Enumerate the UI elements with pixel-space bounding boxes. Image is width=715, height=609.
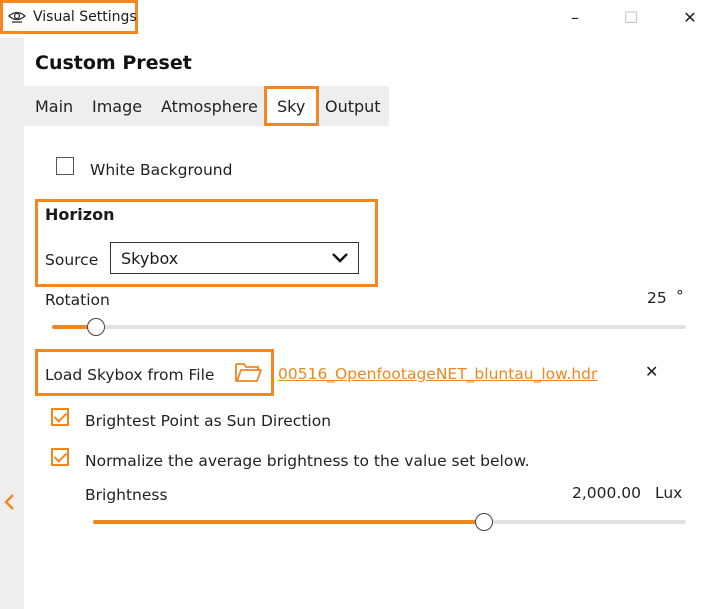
brightness-unit: Lux — [655, 484, 683, 502]
tab-image[interactable]: Image — [92, 97, 142, 116]
brightest-point-checkbox[interactable] — [51, 408, 69, 426]
rotation-slider-thumb[interactable] — [87, 318, 106, 336]
tab-atmosphere[interactable]: Atmosphere — [161, 97, 258, 116]
tab-output[interactable]: Output — [325, 97, 381, 116]
brightest-point-label: Brightest Point as Sun Direction — [85, 412, 332, 430]
side-panel-strip[interactable] — [0, 38, 24, 609]
rotation-value[interactable]: 25 — [647, 289, 667, 307]
chevron-left-icon[interactable] — [3, 492, 17, 516]
folder-open-icon[interactable] — [234, 360, 262, 388]
brightness-label: Brightness — [85, 486, 168, 504]
rotation-slider-track[interactable] — [52, 325, 686, 329]
minimize-button[interactable]: – — [561, 6, 589, 30]
source-select-value: Skybox — [121, 249, 179, 268]
normalize-label: Normalize the average brightness to the … — [85, 452, 530, 470]
rotation-label: Rotation — [45, 291, 110, 309]
brightness-slider-fill — [93, 520, 485, 524]
normalize-checkbox[interactable] — [51, 448, 69, 466]
window-title: Visual Settings — [33, 9, 137, 25]
close-button[interactable]: ✕ — [676, 6, 704, 30]
brightness-slider-thumb[interactable] — [475, 513, 494, 531]
brightness-value[interactable]: 2,000.00 — [572, 484, 641, 502]
chevron-down-icon — [330, 247, 350, 271]
maximize-button[interactable]: ☐ — [617, 6, 645, 30]
rotation-unit: ° — [676, 287, 684, 305]
eye-icon — [8, 8, 26, 30]
clear-file-button[interactable]: ✕ — [645, 362, 658, 381]
skybox-filename-link[interactable]: 00516_OpenfootageNET_bluntau_low.hdr — [278, 365, 597, 383]
load-skybox-label: Load Skybox from File — [45, 366, 215, 384]
white-background-checkbox[interactable] — [56, 157, 74, 175]
source-select[interactable]: Skybox — [110, 242, 359, 274]
tab-sky[interactable]: Sky — [277, 97, 305, 116]
horizon-heading: Horizon — [45, 205, 115, 224]
source-label: Source — [45, 251, 99, 269]
preset-title: Custom Preset — [35, 52, 192, 74]
white-background-label: White Background — [90, 161, 233, 179]
tab-main[interactable]: Main — [35, 97, 73, 116]
